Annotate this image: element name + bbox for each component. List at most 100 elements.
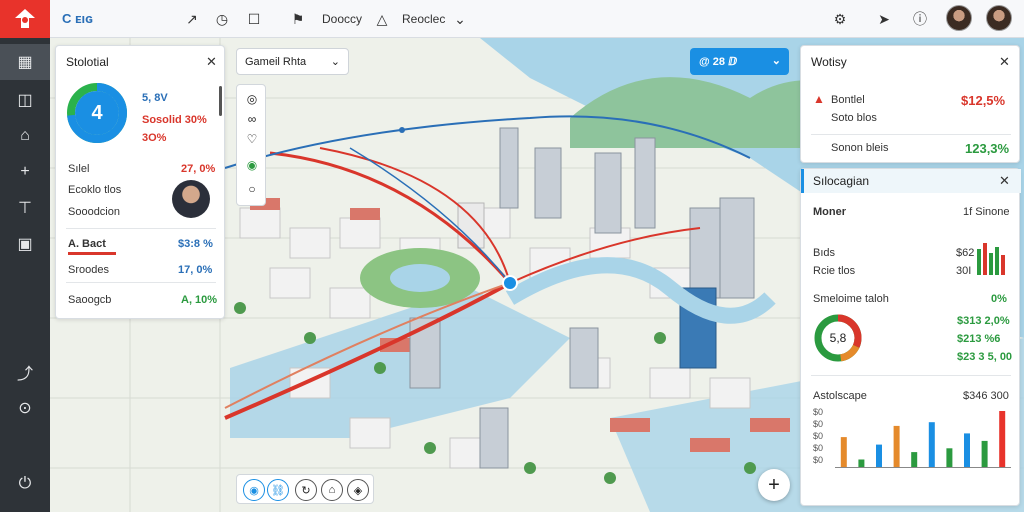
list-item: Saoogcb xyxy=(68,294,112,306)
app-brand: C ᴇıɢ xyxy=(62,11,93,26)
home-icon[interactable]: ⌂ xyxy=(0,118,50,154)
menu-reoclec[interactable]: Reoclec xyxy=(402,12,445,26)
watch-value: $12,5% xyxy=(961,93,1006,108)
stat-value: $213 %6 xyxy=(957,333,1001,345)
camera-icon[interactable]: ◎ xyxy=(242,89,262,109)
logo-icon xyxy=(15,9,35,28)
search-input[interactable]: Gameil Rhta ⌄ xyxy=(236,48,349,75)
target-icon[interactable]: ◉ xyxy=(243,479,265,501)
chart-bar xyxy=(858,459,865,467)
chart-bar xyxy=(946,448,953,467)
layers-icon[interactable]: ◈ xyxy=(347,479,369,501)
y-axis: $0 $0 $0 $0 $0 xyxy=(813,407,833,467)
circle-icon[interactable]: ○ xyxy=(242,179,262,199)
section-value: 1f Sinone xyxy=(963,206,1010,218)
mini-bars xyxy=(977,243,1005,275)
inbox-icon[interactable]: ☐ xyxy=(244,9,264,29)
currency-icon[interactable]: ⊙ xyxy=(0,390,50,426)
link-icon[interactable]: ∞ xyxy=(242,109,262,129)
action-button[interactable]: @ 28 ⅅ ⌄ xyxy=(690,48,789,75)
navigate-icon[interactable]: ➤ xyxy=(874,9,894,29)
close-icon[interactable]: ✕ xyxy=(999,54,1010,70)
analytics-panel: Sılocagian ✕ Moner 1f Sinone Bıds $62 Rc… xyxy=(800,168,1021,506)
donut-value: 4 xyxy=(91,101,103,124)
chart-icon[interactable]: ▣ xyxy=(0,226,50,262)
compass-icon[interactable]: ⌂ xyxy=(321,479,343,501)
stat-value: 5, 8V xyxy=(142,92,168,104)
donut-value: 5,8 xyxy=(829,331,847,345)
list-value: A, 10% xyxy=(181,294,218,306)
list-item: A. Bact xyxy=(68,238,106,250)
chart-bar xyxy=(840,437,847,467)
sub-value: $62 xyxy=(956,247,975,259)
sub-value: 30I xyxy=(956,265,972,277)
list-item: Sooodcion xyxy=(68,206,120,218)
logout-icon[interactable]: ⏻ xyxy=(0,466,50,502)
heart-icon[interactable]: ♡ xyxy=(242,129,262,149)
chevron-down-icon: ⌄ xyxy=(771,55,781,67)
add-icon[interactable]: + xyxy=(0,154,50,190)
avatar[interactable] xyxy=(946,5,972,31)
panel-title: Sılocagian xyxy=(813,174,870,188)
grid-icon[interactable]: ▦ xyxy=(0,44,50,80)
close-icon[interactable]: ✕ xyxy=(206,54,217,70)
list-value: 27, 0% xyxy=(181,163,216,175)
sub-label: Bıds xyxy=(813,247,836,259)
y-tick-label: $0 xyxy=(813,407,824,417)
chart-bar xyxy=(928,422,935,467)
settings-icon[interactable]: ⚙ xyxy=(830,9,850,29)
logo[interactable] xyxy=(0,0,50,38)
y-tick-label: $0 xyxy=(813,431,824,441)
clock-icon[interactable]: ◷ xyxy=(212,9,232,29)
chart-bar xyxy=(981,440,988,467)
alert-icon: ▲ xyxy=(813,92,825,106)
section-label: Moner xyxy=(813,206,846,218)
watch-row-label: Sonon bleis xyxy=(831,142,889,154)
layers-icon[interactable]: ◫ xyxy=(0,82,50,118)
divider xyxy=(66,282,216,283)
panel-title: Stolotial xyxy=(66,55,109,69)
list-item: Sroodes xyxy=(68,264,109,276)
scrollbar[interactable] xyxy=(219,86,222,116)
avatar xyxy=(172,180,210,218)
y-tick-label: $0 xyxy=(813,443,824,453)
list-value: $3:8 % xyxy=(178,238,213,250)
location-icon[interactable]: ◉ xyxy=(242,155,262,175)
flag-icon[interactable]: ⚑ xyxy=(288,9,308,29)
divider xyxy=(811,134,1011,135)
watch-row-label: Bontlel xyxy=(831,94,865,106)
warning-icon[interactable]: △ xyxy=(372,9,392,29)
divider xyxy=(811,375,1011,376)
stats-panel: Stolotial ✕ 4 5, 8V Sosolid 30% 3O% Sıle… xyxy=(55,45,225,319)
chevron-down-icon[interactable]: ⌄ xyxy=(331,55,340,68)
link-icon[interactable]: ⛓ xyxy=(267,479,289,501)
progress-bar xyxy=(68,252,116,255)
close-icon[interactable]: ✕ xyxy=(999,173,1010,189)
stat-value: $23 3 5, 00 xyxy=(957,351,1013,363)
chevron-down-icon[interactable]: ⌄ xyxy=(450,9,470,29)
add-button[interactable]: + xyxy=(758,469,790,501)
bar-chart xyxy=(840,411,1006,467)
chart-title: Astolscape xyxy=(813,390,867,402)
rotate-icon[interactable]: ↻ xyxy=(295,479,317,501)
chart-value: $346 300 xyxy=(963,390,1009,402)
chart-bar xyxy=(893,425,900,467)
pointer-icon[interactable]: ↗ xyxy=(182,9,202,29)
sub-label: Rcie tlos xyxy=(813,265,856,277)
share-icon[interactable]: ⤴ xyxy=(0,354,50,390)
search-text: Gameil Rhta xyxy=(245,56,307,68)
section-value: 0% xyxy=(991,293,1007,305)
filter-icon[interactable]: ⊤ xyxy=(0,190,50,226)
stat-value: Sosolid 30% xyxy=(142,114,207,126)
menu-dooccy[interactable]: Dooccy xyxy=(322,12,362,26)
watch-row-label: Soto blos xyxy=(831,112,877,124)
divider xyxy=(66,228,216,229)
chart-bar xyxy=(876,444,882,467)
watch-panel: Wotisy ✕ Bontlel ▲ $12,5% Soto blos Sono… xyxy=(800,45,1020,163)
left-rail: ▦ ◫ ⌂ + ⊤ ▣ ⤴ ⊙ ⏻ xyxy=(0,38,50,512)
help-icon[interactable]: ⓘ xyxy=(910,9,930,29)
list-value: 17, 0% xyxy=(178,264,213,276)
watch-value: 123,3% xyxy=(965,141,1010,156)
avatar[interactable] xyxy=(986,5,1012,31)
x-axis xyxy=(835,467,1011,468)
